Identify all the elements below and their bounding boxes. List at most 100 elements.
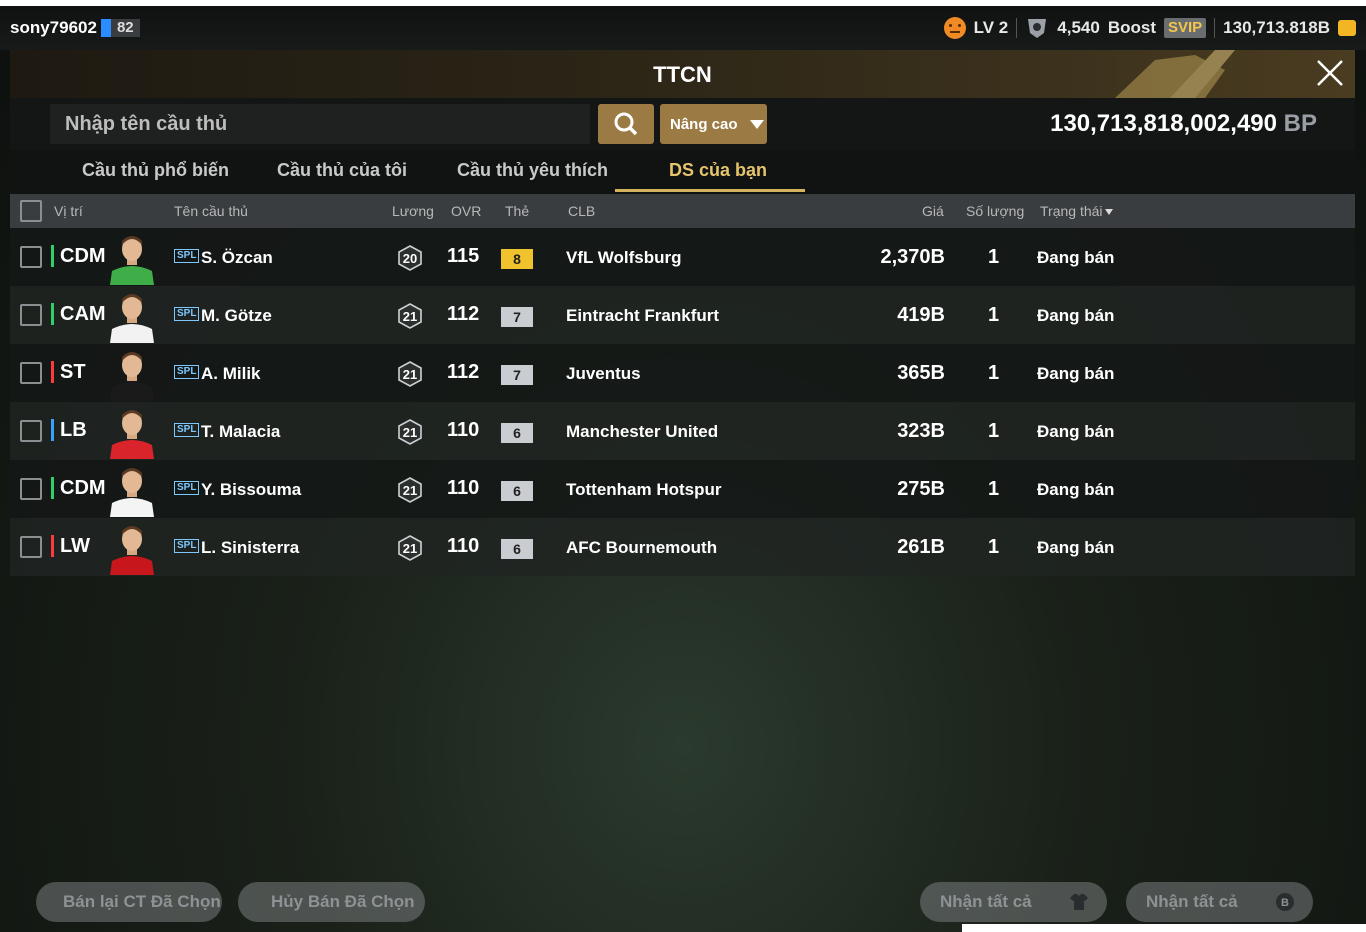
col-status[interactable]: Trạng thái (1040, 203, 1113, 219)
top-bar-stats: LV 2 4,540 Boost SVIP 130,713.818B (943, 16, 1356, 40)
advanced-filter-button[interactable]: Nâng cao (660, 104, 767, 144)
window-header: TTCN (10, 50, 1355, 98)
bp-unit: BP (1283, 110, 1317, 137)
player-avatar (110, 468, 154, 517)
player-position: LW (51, 535, 90, 557)
player-ovr: 110 (447, 535, 480, 557)
salary-value: 21 (403, 483, 417, 498)
close-icon[interactable] (1315, 58, 1345, 88)
player-club: Tottenham Hotspur (566, 480, 722, 499)
tab-bar: Cầu thủ phổ biến Cầu thủ của tôi Cầu thủ… (10, 150, 1355, 194)
player-club: Juventus (566, 364, 641, 383)
search-button[interactable] (598, 104, 654, 144)
player-name[interactable]: L. Sinisterra (201, 538, 299, 558)
mood-face-icon (943, 17, 966, 39)
table-row[interactable]: LB SPL T. Malacia 21 110 6 Manchester Un… (10, 402, 1355, 460)
active-tab-indicator (615, 189, 805, 192)
sort-caret-icon (1104, 209, 1113, 216)
row-checkbox[interactable] (20, 362, 42, 384)
table-row[interactable]: CDM SPL S. Özcan 20 115 8 VfL Wolfsburg … (10, 228, 1355, 286)
player-name[interactable]: S. Özcan (201, 248, 273, 268)
bp-value: 130,713,818,002,490 (1050, 110, 1277, 137)
col-price[interactable]: Giá (922, 203, 944, 219)
username: sony79602 (10, 18, 97, 37)
tab-popular-players[interactable]: Cầu thủ phổ biến (82, 160, 229, 181)
player-avatar (110, 352, 154, 401)
player-price: 323B (897, 420, 945, 442)
col-club[interactable]: CLB (568, 203, 595, 219)
card-level-badge: 7 (501, 365, 533, 385)
player-name[interactable]: M. Götze (201, 306, 272, 326)
table-row[interactable]: CAM SPL M. Götze 21 112 7 Eintracht Fran… (10, 286, 1355, 344)
listing-status: Đang bán (1037, 306, 1115, 325)
salary-value: 20 (403, 251, 417, 266)
season-badge: SPL (174, 481, 200, 495)
row-checkbox[interactable] (20, 304, 42, 326)
salary-value: 21 (403, 367, 417, 382)
cancel-selected-button[interactable]: Hủy Bán Đã Chọn (238, 882, 425, 922)
player-club: AFC Bournemouth (566, 538, 718, 557)
table-row[interactable]: LW SPL L. Sinisterra 21 110 6 AFC Bourne… (10, 518, 1355, 576)
select-all-checkbox[interactable] (20, 200, 42, 222)
col-player-name[interactable]: Tên cầu thủ (174, 203, 248, 219)
player-club: Eintracht Frankfurt (566, 306, 720, 325)
player-position: CDM (51, 245, 106, 267)
salary-badge: 21 (398, 477, 422, 503)
player-position: LB (51, 419, 87, 441)
tab-my-players[interactable]: Cầu thủ của tôi (277, 160, 407, 181)
card-level-badge: 6 (501, 481, 533, 501)
bp-balance: 130,713,818,002,490 BP (1050, 110, 1317, 138)
bottom-strip (962, 924, 1366, 932)
row-checkbox[interactable] (20, 246, 42, 268)
listing-status: Đang bán (1037, 248, 1115, 267)
player-quantity: 1 (988, 420, 1000, 442)
player-price: 261B (897, 536, 945, 558)
card-level-badge: 6 (501, 423, 533, 443)
salary-badge: 21 (398, 535, 422, 561)
player-ovr: 112 (447, 361, 480, 383)
tab-favorite-players[interactable]: Cầu thủ yêu thích (457, 160, 608, 181)
player-club: Manchester United (566, 422, 719, 441)
player-avatar (110, 410, 154, 459)
player-quantity: 1 (988, 304, 1000, 326)
player-name[interactable]: Y. Bissouma (201, 480, 301, 500)
receive-all-coins-button[interactable]: Nhận tất cả B (1126, 882, 1313, 922)
listing-status: Đang bán (1037, 364, 1115, 383)
coin-icon (1338, 20, 1356, 36)
col-position[interactable]: Vị trí (54, 203, 83, 219)
card-level-badge: 6 (501, 539, 533, 559)
balance-value: 130,713.818B (1223, 18, 1330, 37)
top-bar: sony79602 82 LV 2 4,540 Boost SVIP 130,7… (0, 6, 1366, 50)
col-ovr[interactable]: OVR (451, 203, 481, 219)
svip-badge: SVIP (1163, 18, 1207, 38)
player-name[interactable]: A. Milik (201, 364, 261, 384)
season-badge: SPL (174, 539, 200, 553)
col-salary[interactable]: Lương (392, 203, 434, 219)
receive-all-players-button[interactable]: Nhận tất cả (920, 882, 1107, 922)
player-quantity: 1 (988, 536, 1000, 558)
salary-badge: 21 (398, 419, 422, 445)
salary-value: 21 (403, 309, 417, 324)
row-checkbox[interactable] (20, 420, 42, 442)
col-quantity[interactable]: Số lượng (966, 203, 1024, 219)
player-ovr: 110 (447, 477, 480, 499)
row-checkbox[interactable] (20, 478, 42, 500)
player-search-input[interactable] (50, 104, 590, 144)
table-row[interactable]: CDM SPL Y. Bissouma 21 110 6 Tottenham H… (10, 460, 1355, 518)
tab-your-list[interactable]: DS của bạn (669, 160, 767, 181)
table-row[interactable]: ST SPL A. Milik 21 112 7 Juventus 365B 1… (10, 344, 1355, 402)
player-avatar (110, 526, 154, 575)
resell-selected-button[interactable]: Bán lại CT Đã Chọn (36, 882, 222, 922)
player-name[interactable]: T. Malacia (201, 422, 280, 442)
divider (1214, 18, 1216, 38)
season-badge: SPL (174, 249, 200, 263)
player-price: 2,370B (880, 246, 946, 268)
row-checkbox[interactable] (20, 536, 42, 558)
col-card[interactable]: Thẻ (505, 203, 529, 219)
lv-label: LV 2 (973, 18, 1009, 37)
season-badge: SPL (174, 365, 200, 379)
player-quantity: 1 (988, 362, 1000, 384)
search-row: Nâng cao 130,713,818,002,490 BP (10, 98, 1355, 150)
salary-badge: 20 (398, 245, 422, 271)
player-position: CAM (51, 303, 106, 325)
